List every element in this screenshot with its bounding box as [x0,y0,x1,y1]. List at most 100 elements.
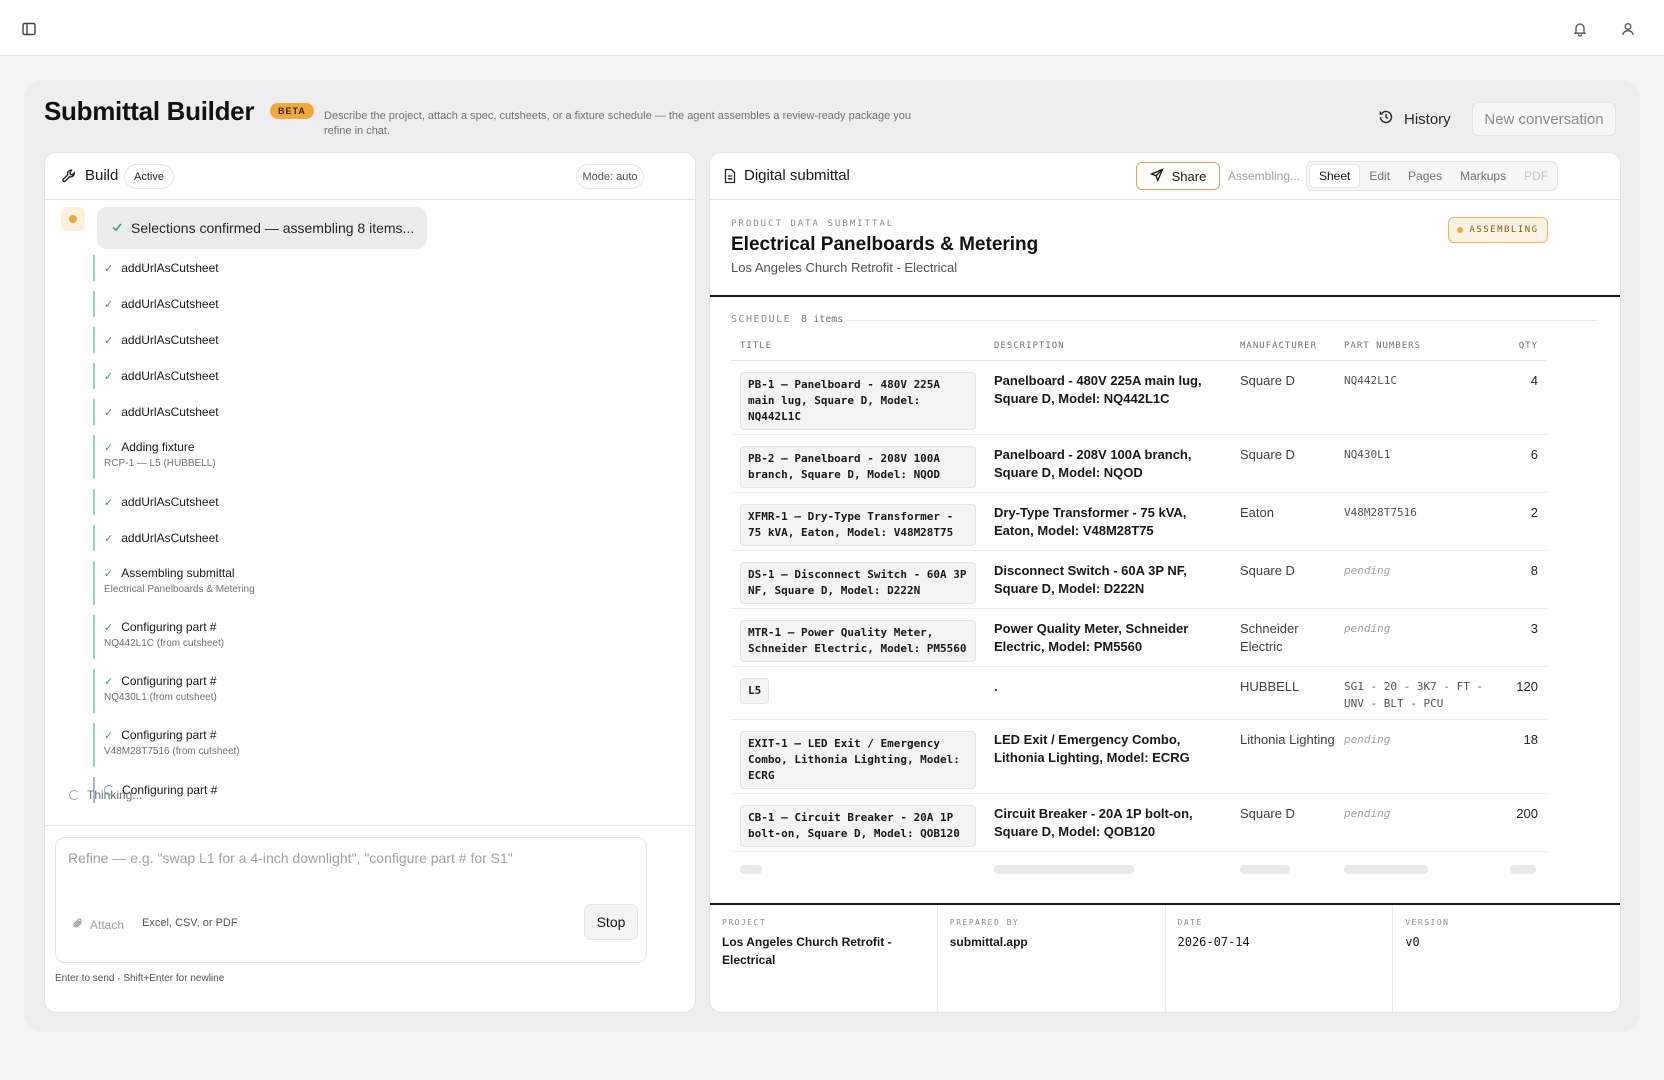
attach-hint: Excel, CSV, or PDF [142,917,238,929]
item-description: Panelboard - 480V 225A main lug, Square … [994,373,1202,406]
item-description: Panelboard - 208V 100A branch, Square D,… [994,447,1192,480]
check-icon: ✓ [104,406,114,419]
agent-avatar [61,207,85,231]
col-qty: QTY [1518,341,1538,351]
wrench-icon [61,168,77,189]
item-qty: 4 [1530,373,1538,388]
item-title-chip: L5 [740,678,770,704]
item-manufacturer: Square D [1240,373,1295,388]
tool-step-header: ✓ addUrlAsCutsheet [104,261,219,275]
doc-rule [710,295,1620,297]
tool-step-header: ✓ Configuring part # [104,728,653,742]
tool-step: ✓ addUrlAsCutsheet [93,399,653,425]
sidebar-toggle-icon[interactable] [16,16,42,42]
table-row[interactable]: MTR-1 — Power Quality Meter, Schneider E… [731,609,1547,667]
item-qty: 3 [1530,621,1538,636]
schedule-rule [846,320,1598,321]
tool-step-label: addUrlAsCutsheet [121,369,219,383]
table-row[interactable]: DS-1 — Disconnect Switch - 60A 3P NF, Sq… [731,551,1547,609]
agent-message: Selections confirmed — assembling 8 item… [97,207,427,249]
item-manufacturer: Lithonia Lighting [1240,732,1335,747]
item-description: Dry-Type Transformer - 75 kVA, Eaton, Mo… [994,505,1187,538]
mode-pill[interactable]: Mode: auto [576,164,644,189]
beta-badge: BETA [270,103,314,119]
doc-footer: PROJECT Los Angeles Church Retrofit - El… [710,905,1620,1012]
footer-prepared-by-label: PREPARED BY [949,918,1020,927]
thinking-indicator: Thinking... [69,788,142,802]
table-row[interactable]: L5. HUBBELL SG1 - 20 - 3K7 - FT - UNV - BL… [731,667,1547,720]
attach-button[interactable]: Attach [72,917,124,932]
tool-step-detail: NQ442L1C (from cutsheet) [104,638,225,649]
stop-button[interactable]: Stop [584,904,638,940]
tab-sheet[interactable]: Sheet [1309,164,1361,188]
footer-prepared-by-value: submittal.app [949,935,1028,949]
table-row[interactable]: PB-2 — Panelboard - 208V 100A branch, Sq… [731,435,1547,493]
col-title: TITLE [740,341,773,351]
footer-project: PROJECT Los Angeles Church Retrofit - El… [710,905,938,1012]
footer-date-label: DATE [1177,918,1203,927]
tool-step: ✓ addUrlAsCutsheet [93,525,653,551]
item-description: Power Quality Meter, Schneider Electric,… [994,621,1189,654]
check-icon: ✓ [104,496,114,509]
submittal-panel-title: Digital submittal [744,167,850,184]
item-manufacturer: HUBBELL [1240,679,1300,694]
item-qty: 8 [1530,563,1538,578]
new-conversation-button[interactable]: New conversation [1472,102,1616,136]
item-qty: 18 [1523,732,1538,747]
tool-step-header: ✓ Configuring part # [104,674,653,688]
tab-pages[interactable]: Pages [1399,164,1451,188]
item-title-chip: PB-1 — Panelboard - 480V 225A main lug, … [740,372,976,430]
doc-eyebrow: PRODUCT DATA SUBMITTAL [731,219,895,229]
page-title: Submittal Builder [44,96,255,126]
item-part-number: pending [1344,622,1391,635]
bell-icon[interactable] [1567,16,1593,42]
tab-pdf[interactable]: PDF [1515,164,1557,188]
item-title-chip: MTR-1 — Power Quality Meter, Schneider E… [740,620,976,662]
tool-step-label: addUrlAsCutsheet [121,297,219,311]
item-manufacturer: Eaton [1240,505,1274,520]
item-description: Circuit Breaker - 20A 1P bolt-on, Square… [994,806,1193,839]
check-icon: ✓ [104,621,114,634]
tool-step-label: addUrlAsCutsheet [121,495,219,509]
col-description: DESCRIPTION [994,341,1065,351]
table-row[interactable]: EXIT-1 — LED Exit / Emergency Combo, Lit… [731,720,1547,794]
tool-step-detail: RCP-1 — L5 (HUBBELL) [104,458,216,469]
spinner-icon [69,790,79,800]
share-button[interactable]: Share [1136,162,1220,190]
item-qty: 2 [1530,505,1538,520]
check-icon: ✓ [104,729,114,742]
tab-edit[interactable]: Edit [1360,164,1399,188]
item-part-number: pending [1344,807,1391,820]
item-part-number: V48M28T7516 [1344,506,1417,519]
tool-step-header: ✓ addUrlAsCutsheet [104,369,219,383]
item-description: LED Exit / Emergency Combo, Lithonia Lig… [994,732,1190,765]
tool-step-header: ✓ Assembling submittal [104,566,653,580]
tool-step-label: addUrlAsCutsheet [121,405,219,419]
doc-title: Electrical Panelboards & Metering [731,234,1039,255]
refine-input[interactable] [68,850,628,890]
skeleton-bar [1344,865,1428,874]
table-row[interactable]: PB-1 — Panelboard - 480V 225A main lug, … [731,361,1547,435]
tool-step: Configuring part # [93,777,653,803]
history-button[interactable]: History [1372,102,1457,136]
check-icon: ✓ [104,370,114,383]
view-tabs: Sheet Edit Pages Markups PDF [1306,161,1558,191]
tab-markups[interactable]: Markups [1451,164,1515,188]
tool-step-label: Assembling submittal [121,566,235,580]
table-row[interactable]: CB-1 — Circuit Breaker - 20A 1P bolt-on,… [731,794,1547,852]
tool-step-label: Configuring part # [121,620,217,634]
item-part-number: NQ430L1 [1344,448,1391,461]
page-subtitle: Describe the project, attach a spec, cut… [324,110,911,137]
history-icon [1378,109,1394,129]
submittal-panel: Digital submittal Share Assembling... Sh… [709,152,1621,1013]
tool-step-label: Adding fixture [121,440,195,454]
tool-step-header: ✓ addUrlAsCutsheet [104,495,219,509]
user-icon[interactable] [1615,16,1641,42]
table-row[interactable]: XFMR-1 — Dry-Type Transformer - 75 kVA, … [731,493,1547,551]
document-icon [723,168,737,189]
footer-prepared-by: PREPARED BY submittal.app [938,905,1166,1012]
item-manufacturer: Square D [1240,806,1295,821]
status-badge-label: ASSEMBLING [1469,225,1539,235]
tool-step: ✓ Configuring part # NQ430L1 (from cutshee… [93,669,653,713]
check-icon: ✓ [104,675,114,688]
